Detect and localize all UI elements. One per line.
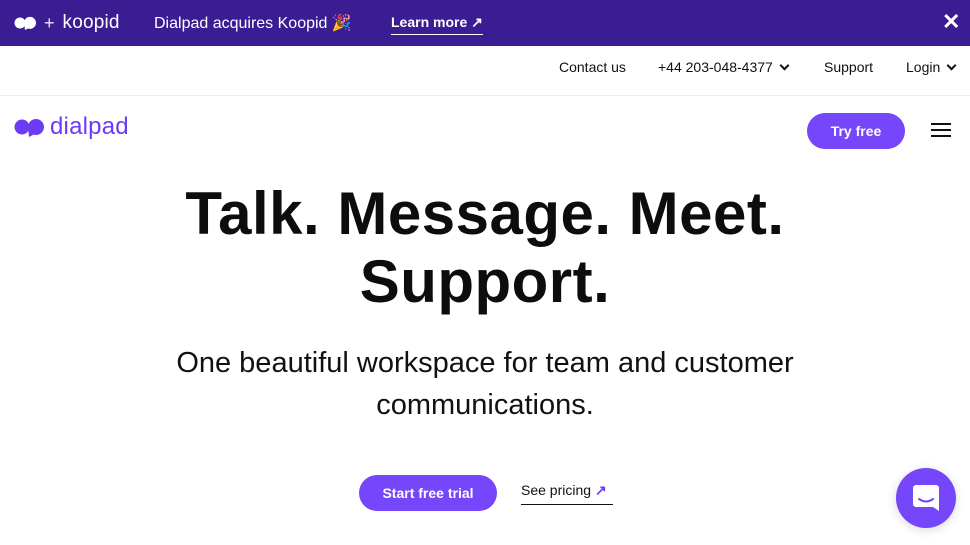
support-link[interactable]: Support (824, 59, 873, 75)
hero-subtitle-line-2: communications. (376, 389, 594, 421)
dialpad-logo[interactable]: dialpad (14, 113, 129, 141)
dialpad-koopid-lockup: + koopid (14, 12, 120, 34)
try-free-button[interactable]: Try free (807, 113, 905, 149)
announcement-banner: + koopid Dialpad acquires Koopid 🎉 Learn… (0, 0, 970, 46)
chat-icon (913, 485, 939, 511)
chevron-down-icon (779, 60, 790, 71)
hero-subtitle-line-1: One beautiful workspace for team and cus… (176, 347, 794, 379)
phone-dropdown[interactable]: +44 203-048-4377 (658, 59, 790, 75)
hero-title-line-2: Support. (359, 248, 611, 315)
hamburger-menu-icon[interactable] (931, 123, 951, 137)
chat-launcher-button[interactable] (896, 468, 956, 528)
chevron-down-icon (946, 60, 957, 71)
close-icon[interactable]: ✕ (942, 10, 960, 34)
learn-more-link[interactable]: Learn more ↗ (391, 14, 483, 35)
start-free-trial-button[interactable]: Start free trial (359, 475, 497, 511)
phone-number: +44 203-048-4377 (658, 59, 773, 75)
announcement-message: Dialpad acquires Koopid 🎉 (154, 15, 352, 32)
arrow-up-right-icon: ↗ (595, 482, 607, 498)
hero-subtitle: One beautiful workspace for team and cus… (0, 342, 970, 426)
dialpad-mark-icon (14, 119, 44, 137)
koopid-logo: koopid (62, 12, 120, 33)
login-dropdown[interactable]: Login (906, 59, 957, 75)
plus-sign: + (44, 12, 55, 33)
see-pricing-label: See pricing (521, 482, 592, 498)
contact-us-link[interactable]: Contact us (559, 59, 626, 75)
login-label: Login (906, 59, 941, 75)
see-pricing-link[interactable]: See pricing ↗ (521, 482, 613, 505)
hero-title-line-1: Talk. Message. Meet. (185, 180, 785, 247)
dialpad-logo-icon (14, 16, 36, 30)
logo-text: dialpad (50, 113, 129, 140)
main-nav: dialpad Try free (0, 97, 970, 163)
utility-nav: Contact us +44 203-048-4377 Support Logi… (0, 46, 970, 96)
hero-title: Talk. Message. Meet. Support. (0, 180, 970, 316)
